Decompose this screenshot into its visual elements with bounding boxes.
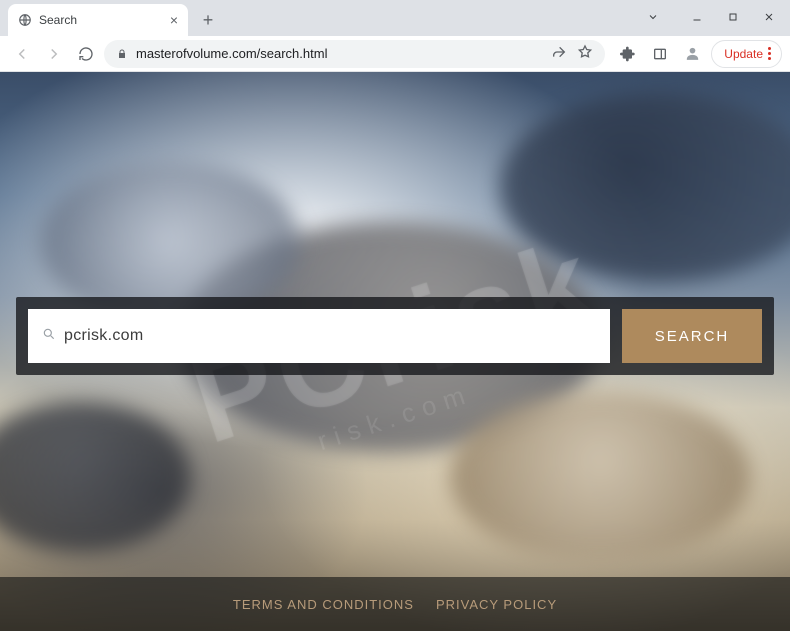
search-icon	[42, 327, 56, 346]
close-window-button[interactable]	[752, 4, 786, 30]
cloud-decoration	[450, 392, 750, 562]
extensions-icon[interactable]	[615, 41, 641, 67]
reload-button[interactable]	[72, 40, 100, 68]
globe-icon	[18, 13, 32, 27]
share-icon[interactable]	[551, 44, 567, 63]
search-input[interactable]	[64, 327, 596, 345]
close-tab-icon[interactable]: ×	[170, 12, 178, 28]
search-field[interactable]	[28, 309, 610, 363]
back-button[interactable]	[8, 40, 36, 68]
search-container: SEARCH	[16, 297, 774, 375]
menu-dots-icon	[768, 47, 771, 60]
address-bar-url: masterofvolume.com/search.html	[136, 46, 327, 61]
forward-button[interactable]	[40, 40, 68, 68]
address-bar[interactable]: masterofvolume.com/search.html	[104, 40, 605, 68]
tab-title: Search	[39, 13, 163, 27]
page-content: PCrisk risk.com SEARCH TERMS AND CONDITI…	[0, 72, 790, 631]
bookmark-star-icon[interactable]	[577, 44, 593, 63]
footer-privacy-link[interactable]: PRIVACY POLICY	[436, 597, 557, 612]
tab-search-icon[interactable]	[636, 4, 670, 30]
update-button[interactable]: Update	[711, 40, 782, 68]
browser-tab[interactable]: Search ×	[8, 4, 188, 36]
maximize-button[interactable]	[716, 4, 750, 30]
new-tab-button[interactable]: +	[194, 6, 222, 34]
lock-icon	[116, 48, 128, 60]
side-panel-icon[interactable]	[647, 41, 673, 67]
search-button[interactable]: SEARCH	[622, 309, 762, 363]
search-button-label: SEARCH	[655, 328, 730, 345]
update-label: Update	[724, 47, 763, 61]
footer-terms-link[interactable]: TERMS AND CONDITIONS	[233, 597, 414, 612]
titlebar: Search × +	[0, 0, 790, 36]
page-footer: TERMS AND CONDITIONS PRIVACY POLICY	[0, 577, 790, 631]
minimize-button[interactable]	[680, 4, 714, 30]
window-controls	[636, 4, 786, 30]
browser-toolbar: masterofvolume.com/search.html Update	[0, 36, 790, 72]
profile-icon[interactable]	[679, 41, 705, 67]
